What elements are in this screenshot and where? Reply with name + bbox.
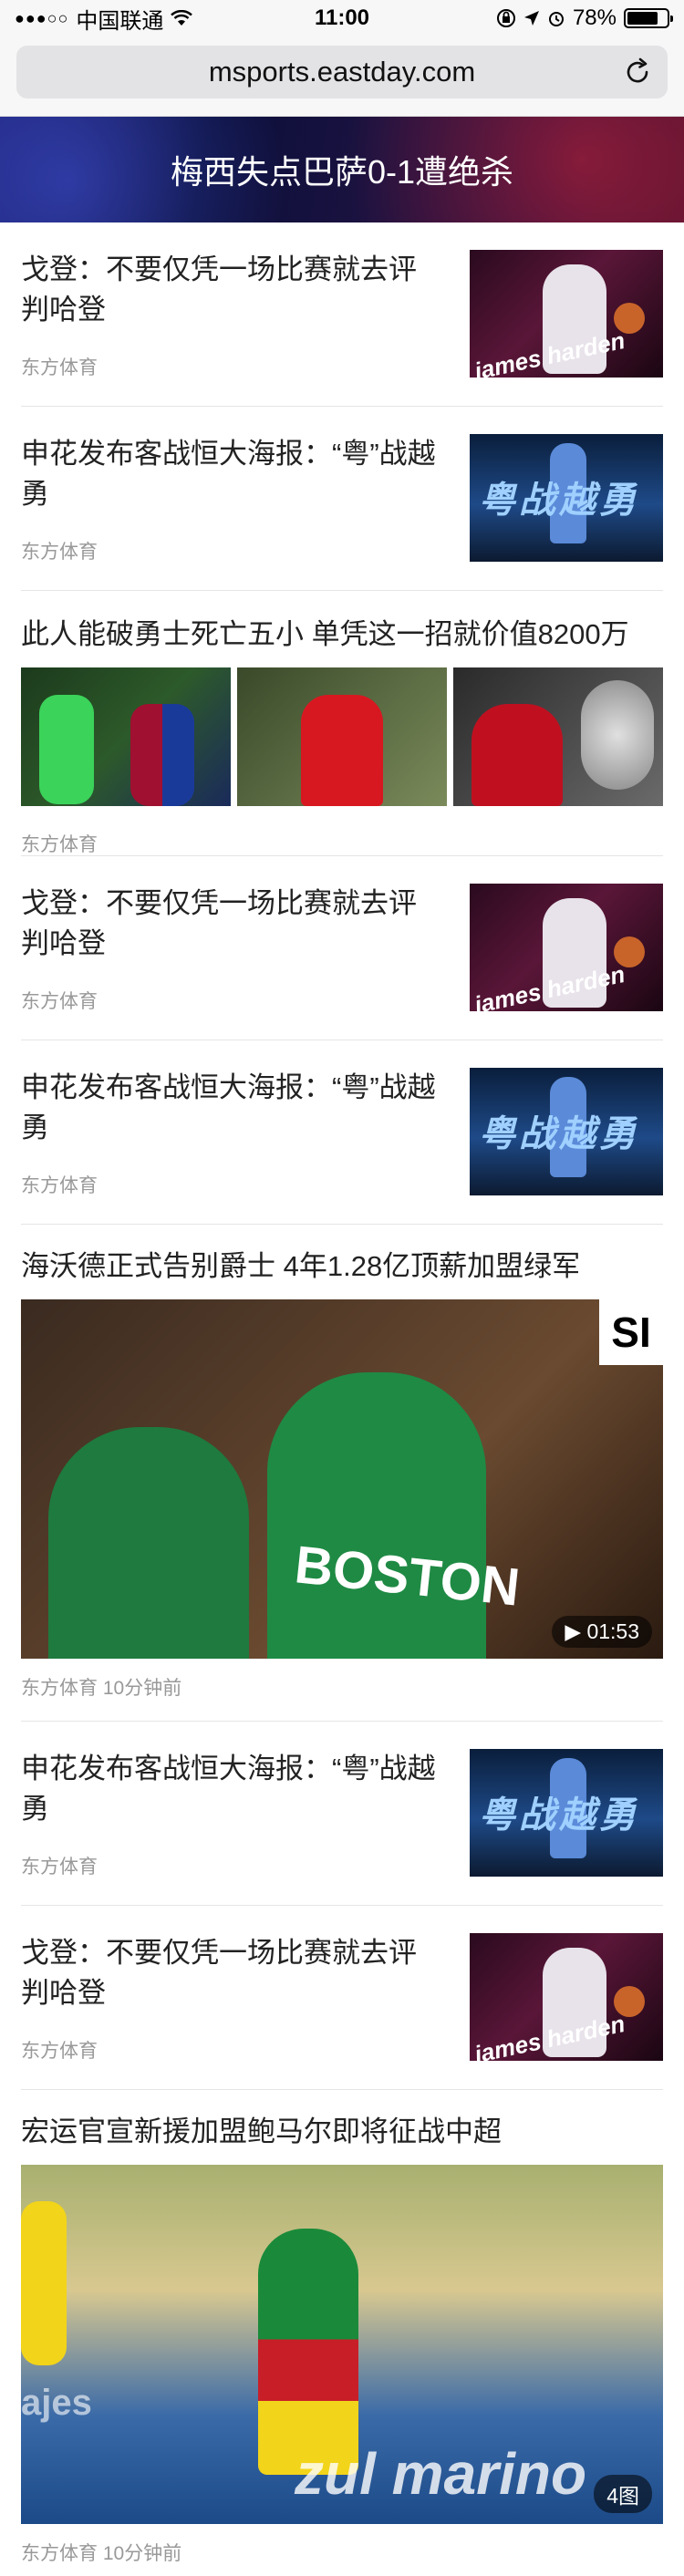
ad-board-text: ajes <box>21 2383 92 2423</box>
status-bar: ●●●○○ 中国联通 11:00 78% <box>0 0 684 36</box>
news-item[interactable]: 申花发布客战恒大海报：“粤”战越勇 东方体育 粤战越勇 <box>21 407 663 591</box>
banner-title: 梅西失点巴萨0-1遭绝杀 <box>170 153 514 191</box>
news-source: 东方体育 <box>21 542 98 563</box>
news-source: 东方体育 <box>21 991 98 1012</box>
location-icon <box>523 11 539 26</box>
news-item[interactable]: 戈登：不要仅凭一场比赛就去评判哈登 东方体育 james harden <box>21 856 663 1040</box>
news-time: 10分钟前 <box>102 1678 182 1699</box>
reload-icon[interactable] <box>622 57 653 88</box>
battery-icon <box>624 8 673 28</box>
news-image <box>21 667 231 806</box>
news-item-video[interactable]: 海沃德正式告别爵士 4年1.28亿顶薪加盟绿军 BOSTON SI ▶ 01:5… <box>21 1225 663 1722</box>
thumbnail-caption: 粤战越勇 <box>479 1114 639 1154</box>
rotation-lock-icon <box>496 9 515 27</box>
battery-percent: 78% <box>572 5 617 30</box>
news-title: 申花发布客战恒大海报：“粤”战越勇 <box>21 1071 436 1143</box>
video-duration-badge: ▶ 01:53 <box>552 1616 652 1648</box>
gallery-thumbnail[interactable]: ajes zul marino 4图 <box>21 2165 663 2524</box>
news-source: 东方体育 <box>21 834 98 855</box>
news-image <box>237 667 447 806</box>
alarm-icon <box>548 12 564 26</box>
battery-fill <box>627 12 658 25</box>
news-item-gallery[interactable]: 宏运官宣新援加盟鲍马尔即将征战中超 ajes zul marino 4图 东方体… <box>21 2090 663 2576</box>
headline-banner[interactable]: 梅西失点巴萨0-1遭绝杀 <box>0 117 684 222</box>
image-count-badge: 4图 <box>594 2475 652 2513</box>
corner-logo: SI <box>599 1299 663 1365</box>
thumbnail-caption: 粤战越勇 <box>479 481 639 521</box>
news-image <box>453 667 663 806</box>
news-thumbnail: james harden <box>470 1933 663 2061</box>
signal-strength-icon: ●●●○○ <box>15 8 69 27</box>
news-item[interactable]: 此人能破勇士死亡五小 单凭这一招就价值8200万 东方体育 <box>21 591 663 856</box>
news-thumbnail: 粤战越勇 <box>470 434 663 562</box>
news-title: 海沃德正式告别爵士 4年1.28亿顶薪加盟绿军 <box>21 1250 581 1282</box>
news-thumbnail: james harden <box>470 884 663 1011</box>
carrier-name: 中国联通 <box>76 8 164 34</box>
news-source: 东方体育 <box>21 2543 98 2564</box>
news-source: 东方体育 <box>21 2041 98 2062</box>
url-text: msports.eastday.com <box>208 56 476 88</box>
video-thumbnail[interactable]: BOSTON SI ▶ 01:53 <box>21 1299 663 1659</box>
news-source: 东方体育 <box>21 357 98 378</box>
ad-board-text: zul marino <box>295 2441 587 2507</box>
news-item[interactable]: 申花发布客战恒大海报：“粤”战越勇 东方体育 粤战越勇 <box>21 1040 663 1225</box>
wifi-icon <box>171 10 193 26</box>
news-title: 申花发布客战恒大海报：“粤”战越勇 <box>21 1753 436 1825</box>
address-bar: msports.eastday.com <box>0 36 684 117</box>
news-source: 东方体育 <box>21 1678 98 1699</box>
news-title: 此人能破勇士死亡五小 单凭这一招就价值8200万 <box>21 618 629 650</box>
news-item[interactable]: 戈登：不要仅凭一场比赛就去评判哈登 东方体育 james harden <box>21 1906 663 2090</box>
news-thumbnail: 粤战越勇 <box>470 1068 663 1195</box>
news-thumbnail: james harden <box>470 250 663 378</box>
news-item[interactable]: 申花发布客战恒大海报：“粤”战越勇 东方体育 粤战越勇 <box>21 1722 663 1906</box>
news-source: 东方体育 <box>21 1857 98 1878</box>
news-feed: 戈登：不要仅凭一场比赛就去评判哈登 东方体育 james harden 申花发布… <box>0 222 684 2576</box>
thumbnail-caption: 粤战越勇 <box>479 1795 639 1836</box>
news-source: 东方体育 <box>21 1175 98 1196</box>
news-title: 申花发布客战恒大海报：“粤”战越勇 <box>21 438 436 510</box>
url-field[interactable]: msports.eastday.com <box>16 46 668 98</box>
news-item[interactable]: 戈登：不要仅凭一场比赛就去评判哈登 东方体育 james harden <box>21 222 663 407</box>
news-thumbnail: 粤战越勇 <box>470 1749 663 1877</box>
news-title: 宏运官宣新援加盟鲍马尔即将征战中超 <box>21 2116 502 2147</box>
news-time: 10分钟前 <box>102 2543 182 2564</box>
news-title: 戈登：不要仅凭一场比赛就去评判哈登 <box>21 253 417 326</box>
news-title: 戈登：不要仅凭一场比赛就去评判哈登 <box>21 887 417 959</box>
news-title: 戈登：不要仅凭一场比赛就去评判哈登 <box>21 1937 417 2009</box>
